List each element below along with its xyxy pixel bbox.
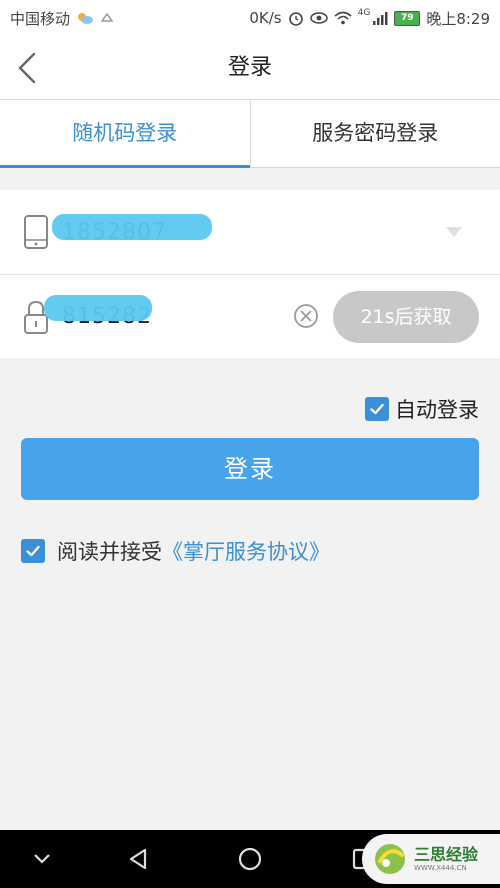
service-agreement-link[interactable]: 《掌厅服务协议》 bbox=[162, 540, 330, 564]
agreement-row: 阅读并接受《掌厅服务协议》 bbox=[21, 536, 330, 566]
phone-icon bbox=[24, 215, 48, 249]
watermark-emblem-icon bbox=[375, 844, 405, 874]
auto-login-label: 自动登录 bbox=[395, 398, 479, 422]
chevron-down-icon[interactable] bbox=[446, 227, 462, 237]
hide-keyboard-icon[interactable] bbox=[29, 846, 55, 872]
check-icon bbox=[370, 403, 384, 415]
wifi-icon bbox=[334, 11, 352, 25]
agreement-prefix: 阅读并接受 bbox=[57, 540, 162, 564]
back-nav-icon[interactable] bbox=[126, 846, 152, 872]
status-bar: 中国移动 0K/s 4G 79 晚上8:29 bbox=[0, 0, 500, 36]
chevron-left-icon[interactable] bbox=[14, 50, 42, 86]
check-icon bbox=[26, 545, 40, 557]
watermark-url: WWW.X444.CN bbox=[414, 863, 467, 872]
tab-service-password-login[interactable]: 服务密码登录 bbox=[249, 100, 500, 167]
signal-icon bbox=[373, 12, 388, 25]
status-right: 0K/s 4G 79 晚上8:29 bbox=[249, 8, 490, 29]
get-code-button[interactable]: 21s后获取 bbox=[333, 291, 479, 343]
eye-icon bbox=[309, 12, 328, 24]
code-redaction bbox=[44, 295, 152, 321]
network-speed: 0K/s bbox=[249, 9, 282, 27]
clock: 晚上8:29 bbox=[426, 9, 490, 28]
auto-login-checkbox[interactable] bbox=[365, 397, 389, 421]
login-button[interactable]: 登录 bbox=[21, 438, 479, 500]
agreement-checkbox[interactable] bbox=[21, 539, 45, 563]
watermark-logo: 三思经验 WWW.X444.CN bbox=[362, 834, 500, 884]
phone-row[interactable]: 1852807 bbox=[0, 190, 500, 274]
watermark-name: 三思经验 bbox=[414, 845, 479, 865]
page-header: 登录 bbox=[0, 36, 500, 100]
notification-icon bbox=[100, 12, 114, 22]
network-type: 4G bbox=[357, 7, 371, 18]
battery-icon: 79 bbox=[394, 10, 421, 26]
page-title: 登录 bbox=[227, 55, 272, 80]
clear-icon[interactable] bbox=[293, 303, 319, 329]
auto-login-toggle[interactable]: 自动登录 bbox=[365, 394, 479, 424]
carrier-label: 中国移动 bbox=[10, 9, 71, 28]
home-nav-icon[interactable] bbox=[237, 846, 263, 872]
alarm-icon bbox=[288, 12, 303, 26]
status-left: 中国移动 bbox=[10, 8, 114, 29]
tab-random-code-login[interactable]: 随机码登录 bbox=[0, 100, 250, 168]
login-tabs: 随机码登录 服务密码登录 bbox=[0, 100, 500, 168]
weather-icon bbox=[78, 13, 94, 24]
phone-redaction bbox=[52, 214, 212, 240]
